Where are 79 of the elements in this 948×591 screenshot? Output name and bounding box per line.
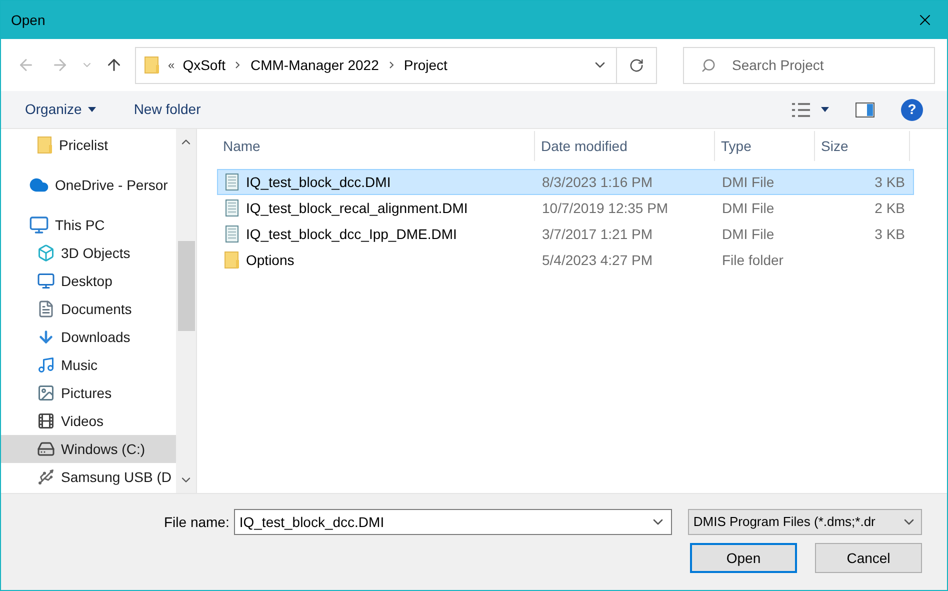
breadcrumb-overflow[interactable]: « (168, 56, 175, 74)
column-header[interactable]: Name (217, 131, 535, 161)
forward-arrow-icon (51, 56, 69, 74)
window-title: Open (10, 10, 46, 30)
sidebar-item[interactable]: Pictures (1, 379, 176, 407)
file-name-field[interactable]: IQ_test_block_dcc.DMI (234, 509, 672, 535)
date-modified: 5/4/2023 4:27 PM (541, 250, 654, 270)
details-view-icon (791, 102, 811, 118)
date-modified: 10/7/2019 12:35 PM (541, 198, 670, 218)
file-type: File folder (721, 250, 784, 270)
caret-icon (88, 107, 96, 112)
file-name: IQ_test_block_dcc_Ipp_DME.DMI (246, 224, 457, 244)
file-name: IQ_test_block_recal_alignment.DMI (246, 198, 468, 218)
document-icon (37, 300, 55, 318)
file-name: Options (246, 250, 294, 270)
file-row[interactable]: IQ_test_block_dcc.DMI 8/3/2023 1:16 PM DMI File 3 KB (217, 169, 914, 195)
view-options-button[interactable] (791, 102, 829, 118)
film-icon (37, 412, 55, 430)
sidebar-item[interactable]: Videos (1, 407, 176, 435)
cube-icon (37, 244, 55, 262)
open-button[interactable]: Open (690, 543, 797, 573)
music-note-icon (37, 356, 55, 374)
drive-icon (37, 440, 55, 458)
file-row[interactable]: IQ_test_block_recal_alignment.DMI 10/7/2019 12:35 PM DMI File 2 KB (217, 195, 914, 221)
chevron-right-icon (388, 61, 394, 69)
file-type-dropdown[interactable]: DMIS Program Files (*.dms;*.dr (688, 509, 922, 535)
column-header[interactable]: Type (715, 131, 815, 161)
file-row[interactable]: Options 5/4/2023 4:27 PM File folder (217, 247, 914, 273)
chevron-right-icon (235, 61, 240, 69)
document-icon (224, 199, 240, 217)
new-folder-button[interactable]: New folder (134, 99, 201, 120)
address-bar[interactable]: « QxSoft CMM-Manager 2022 Project (135, 46, 658, 84)
file-size: 3 KB (874, 224, 906, 244)
sidebar-item[interactable]: This PC (1, 211, 176, 239)
sidebar-item[interactable]: Desktop (1, 267, 176, 295)
file-type: DMI File (721, 172, 776, 192)
sidebar-item[interactable]: Music (1, 351, 176, 379)
date-modified: 8/3/2023 1:16 PM (541, 172, 654, 192)
document-icon (224, 225, 240, 243)
file-size: 2 KB (874, 198, 906, 218)
picture-icon (37, 384, 55, 402)
preview-pane-button[interactable] (855, 102, 875, 118)
scrollbar[interactable] (176, 129, 196, 493)
scrollbar-thumb[interactable] (178, 241, 194, 331)
sidebar-item[interactable]: Documents (1, 295, 176, 323)
usb-icon (37, 468, 55, 486)
sidebar-item[interactable]: Windows (C:) (1, 435, 176, 463)
column-header[interactable]: Date modified (535, 131, 715, 161)
sidebar-item[interactable]: Downloads (1, 323, 176, 351)
caret-icon (821, 107, 829, 112)
preview-pane-icon (855, 102, 875, 118)
refresh-icon (629, 58, 644, 72)
sidebar-item[interactable]: OneDrive - Persor (1, 171, 176, 199)
column-header[interactable]: Size (815, 131, 910, 161)
breadcrumb-segment[interactable]: Project (404, 54, 448, 76)
date-modified: 3/7/2017 1:21 PM (541, 224, 654, 244)
file-type: DMI File (721, 224, 776, 244)
file-type: DMI File (721, 198, 776, 218)
breadcrumb-segment[interactable]: QxSoft (182, 54, 226, 76)
folder-icon (224, 251, 240, 269)
help-button[interactable]: ? (901, 98, 923, 120)
organize-menu-button[interactable]: Organize (25, 99, 96, 120)
sidebar-item[interactable]: Pricelist (1, 131, 176, 159)
cancel-button[interactable]: Cancel (815, 543, 922, 573)
folder-icon (37, 136, 53, 154)
sidebar-item[interactable]: Samsung USB (D (1, 463, 176, 491)
file-name: IQ_test_block_dcc.DMI (246, 172, 391, 192)
search-icon (701, 58, 716, 72)
download-icon (37, 328, 55, 346)
folder-icon (144, 56, 160, 74)
search-field[interactable]: Search Project (683, 46, 935, 84)
document-icon (224, 173, 240, 191)
monitor-icon (29, 215, 49, 235)
sidebar-item[interactable]: 3D Objects (1, 239, 176, 267)
file-row[interactable]: IQ_test_block_dcc_Ipp_DME.DMI 3/7/2017 1:21 PM DMI File 3 KB (217, 221, 914, 247)
breadcrumb-segment[interactable]: CMM-Manager 2022 (250, 54, 379, 76)
file-size: 3 KB (874, 172, 906, 192)
file-name-label: File name: (164, 512, 230, 532)
desktop-icon (37, 272, 55, 290)
